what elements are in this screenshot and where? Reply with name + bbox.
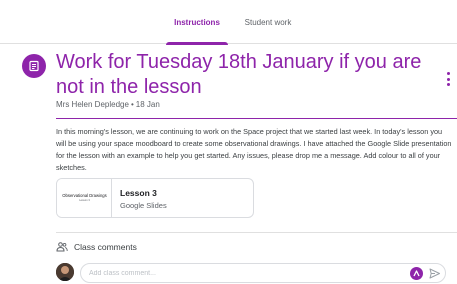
- assignment-icon: [22, 54, 46, 78]
- assignment-title: Work for Tuesday 18th January if you are…: [56, 51, 422, 98]
- comment-box: [80, 263, 446, 283]
- attachment-title: Lesson 3: [120, 188, 157, 198]
- post-date: 18 Jan: [135, 100, 160, 109]
- title-divider: [56, 118, 457, 119]
- extension-icon[interactable]: [410, 267, 423, 280]
- tab-bar: Instructions Student work: [0, 0, 457, 45]
- more-options-icon[interactable]: [443, 72, 453, 86]
- tab-instructions[interactable]: Instructions: [164, 0, 230, 45]
- comments-divider: [56, 232, 457, 233]
- author-name: Mrs Helen Depledge: [56, 100, 129, 109]
- attachment-type: Google Slides: [120, 201, 167, 210]
- class-comment-input[interactable]: [89, 264, 389, 282]
- tab-student-work[interactable]: Student work: [236, 0, 300, 44]
- people-icon: [56, 242, 68, 252]
- class-comments-label: Class comments: [74, 242, 137, 252]
- meta-separator: •: [130, 100, 134, 109]
- thumbnail-title: Observational Drawings: [62, 193, 107, 198]
- attachment-card[interactable]: Observational Drawings Lesson 3 Lesson 3…: [56, 178, 254, 218]
- attachment-thumbnail: Observational Drawings Lesson 3: [57, 179, 112, 217]
- active-tab-indicator: [166, 42, 228, 45]
- tab-student-work-label: Student work: [244, 17, 292, 27]
- thumbnail-subtitle: Lesson 3: [79, 199, 90, 202]
- assignment-description: In this morning's lesson, we are continu…: [56, 127, 452, 172]
- assignment-meta: Mrs Helen Depledge • 18 Jan: [56, 100, 160, 109]
- tab-instructions-label: Instructions: [174, 17, 220, 27]
- avatar: [56, 263, 74, 281]
- class-comments-header: Class comments: [56, 240, 137, 254]
- send-icon[interactable]: [428, 267, 441, 280]
